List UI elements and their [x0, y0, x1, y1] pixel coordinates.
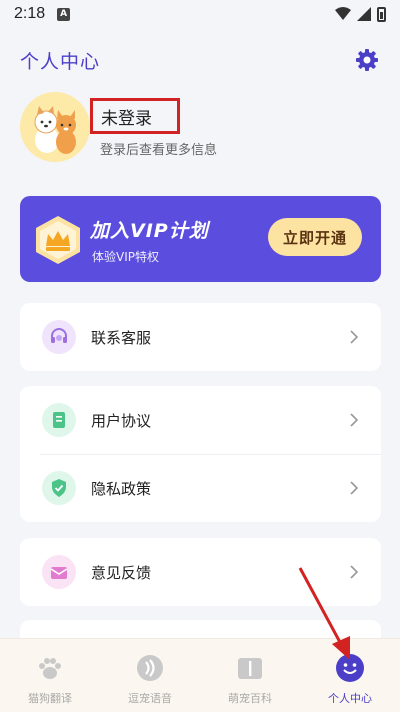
paw-icon	[34, 652, 66, 684]
avatar[interactable]	[20, 92, 90, 162]
tab-label: 猫狗翻译	[28, 692, 72, 705]
menu-item-agreement[interactable]: 用户协议	[20, 386, 381, 454]
chevron-right-icon	[350, 481, 359, 495]
envelope-icon	[42, 555, 76, 589]
menu-label-feedback: 意见反馈	[91, 563, 152, 582]
vip-subtitle: 体验VIP特权	[92, 250, 159, 264]
menu-card-service: 联系客服	[20, 303, 381, 371]
book-icon	[234, 652, 266, 684]
gear-icon	[356, 49, 378, 71]
battery-icon	[377, 6, 386, 22]
vip-banner[interactable]: 加入VIP计划 体验VIP特权 立即开通	[20, 196, 381, 282]
status-indicators	[335, 6, 386, 22]
login-hint: 登录后查看更多信息	[100, 143, 218, 158]
signal-icon	[357, 7, 371, 21]
profile-section[interactable]: 未登录 登录后查看更多信息	[20, 92, 380, 164]
menu-card-legal: 用户协议 隐私政策	[20, 386, 381, 522]
vip-title: 加入VIP计划	[90, 220, 209, 242]
chevron-right-icon	[350, 330, 359, 344]
tab-label: 萌宠百科	[228, 692, 272, 705]
status-time: 2:18	[14, 5, 46, 22]
pets-avatar-icon	[34, 106, 76, 154]
login-highlight-box[interactable]: 未登录	[90, 98, 180, 134]
shield-icon	[42, 471, 76, 505]
tab-voice[interactable]: 逗宠语音	[100, 639, 200, 712]
tab-translate[interactable]: 猫狗翻译	[0, 639, 100, 712]
chevron-right-icon	[350, 413, 359, 427]
header: 个人中心	[20, 44, 380, 76]
tab-label: 个人中心	[328, 692, 372, 705]
chevron-right-icon	[350, 565, 359, 579]
status-bar: 2:18 A	[0, 0, 400, 28]
menu-card-feedback: 意见反馈	[20, 538, 381, 606]
vip-activate-button[interactable]: 立即开通	[268, 218, 362, 256]
tab-encyclopedia[interactable]: 萌宠百科	[200, 639, 300, 712]
smile-icon	[334, 652, 366, 684]
login-status[interactable]: 未登录	[101, 104, 152, 129]
voice-icon	[134, 652, 166, 684]
menu-item-feedback[interactable]: 意见反馈	[20, 538, 381, 606]
menu-label-contact: 联系客服	[91, 328, 152, 347]
headset-icon	[42, 320, 76, 354]
menu-label-agreement: 用户协议	[91, 411, 152, 430]
bottom-tab-bar: 猫狗翻译 逗宠语音 萌宠百科 个人中心	[0, 638, 400, 712]
crown-badge-icon	[36, 216, 80, 264]
menu-item-contact[interactable]: 联系客服	[20, 303, 381, 371]
wifi-icon	[335, 7, 351, 20]
tab-profile[interactable]: 个人中心	[300, 639, 400, 712]
menu-label-privacy: 隐私政策	[91, 479, 152, 498]
tab-label: 逗宠语音	[128, 692, 172, 705]
menu-item-privacy[interactable]: 隐私政策	[20, 454, 381, 522]
document-icon	[42, 403, 76, 437]
notification-icon: A	[57, 7, 71, 21]
page-title: 个人中心	[20, 50, 101, 73]
settings-button[interactable]	[354, 47, 380, 73]
